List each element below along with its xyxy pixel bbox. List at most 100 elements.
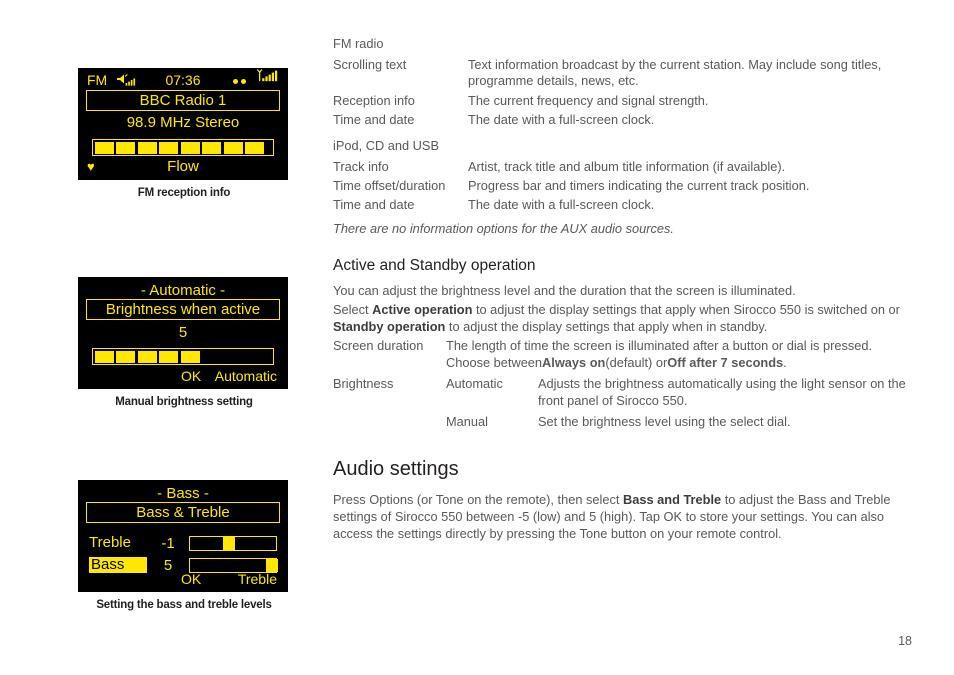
- screen-duration-choices: Choose between Always on (default) or Of…: [446, 354, 913, 371]
- audio-settings-paragraph: Press Options (or Tone on the remote), t…: [333, 491, 913, 542]
- treble-slider[interactable]: [189, 535, 277, 551]
- figure-caption: Manual brightness setting: [115, 396, 253, 408]
- screen-duration-row: Screen duration The length of time the s…: [333, 337, 913, 354]
- meter-block: [202, 141, 221, 154]
- definition-description: The date with a full-screen clock.: [468, 197, 655, 213]
- meter-block: [116, 141, 135, 154]
- meter-block: [137, 141, 157, 154]
- station-name-box: BBC Radio 1: [86, 90, 280, 111]
- brightness-automatic-description: Adjusts the brightness automatically usi…: [538, 375, 906, 408]
- softkey-automatic-label: Automatic: [214, 368, 277, 384]
- always-on-option: Always on: [542, 354, 606, 370]
- screen-duration-description: The length of time the screen is illumin…: [446, 337, 873, 353]
- meter-block: [94, 141, 114, 154]
- active-operation-term: Active operation: [372, 301, 473, 317]
- frequency-label: 98.9 MHz Stereo: [126, 114, 240, 131]
- setting-name-box: Brightness when active: [86, 299, 280, 320]
- brightness-value-label: 5: [178, 324, 188, 341]
- brightness-automatic-row: Brightness Automatic Adjusts the brightn…: [333, 375, 913, 409]
- fm-radio-definition-list: Scrolling text Text information broadcas…: [333, 57, 913, 129]
- active-standby-heading: Active and Standby operation: [333, 256, 536, 274]
- lcd-screen-fm: FM 07:36 BBC Radio 1 98.9 MHz Stereo ♥ F…: [78, 68, 288, 180]
- brightness-automatic-term: Automatic: [446, 375, 503, 391]
- station-name-label: BBC Radio 1: [139, 92, 227, 109]
- definition-row: Time and date The date with a full-scree…: [333, 112, 913, 128]
- meter-block: [159, 350, 178, 363]
- definition-term: Scrolling text: [333, 57, 407, 72]
- choice-text-c: (default) or: [605, 354, 668, 370]
- definition-term: Reception info: [333, 92, 415, 108]
- meter-block: [180, 350, 200, 363]
- meter-block: [137, 350, 157, 363]
- definition-term: Time and date: [333, 197, 415, 213]
- definition-term: Time offset/duration: [333, 177, 446, 193]
- brightness-manual-row: Manual Set the brightness level using th…: [333, 413, 913, 430]
- lcd-screen-brightness: - Automatic - Brightness when active 5 O…: [78, 277, 288, 389]
- softkey-bar: OK Automatic: [87, 367, 279, 385]
- clock-label: 07:36: [165, 72, 201, 88]
- brightness-level-meter: [92, 348, 274, 365]
- status-bar: FM 07:36: [79, 69, 287, 89]
- meter-block: [116, 350, 135, 363]
- softkey-ok-label: OK: [181, 571, 202, 587]
- lcd-screen-bass-treble: - Bass - Bass & Treble Treble -1 Bass 5: [78, 480, 288, 592]
- meter-block: [94, 350, 114, 363]
- softkey-treble-label: Treble: [237, 571, 277, 587]
- figure-caption: Setting the bass and treble levels: [96, 599, 272, 611]
- equaliser-row-treble: Treble -1: [89, 533, 277, 553]
- definition-description: The current frequency and signal strengt…: [468, 92, 709, 108]
- meter-block: [159, 141, 178, 154]
- definition-row: Scrolling text Text information broadcas…: [333, 57, 913, 90]
- menu-header-label: - Bass -: [157, 485, 209, 502]
- active-standby-paragraph-2: Select Active operation to adjust the di…: [333, 301, 913, 335]
- scrolling-text-label: Flow: [167, 158, 199, 175]
- definition-row: Reception info The current frequency and…: [333, 93, 913, 109]
- setting-name-label: Brightness when active: [105, 301, 261, 318]
- meter-block: [180, 141, 200, 154]
- standby-operation-term: Standby operation: [333, 318, 446, 334]
- fm-radio-heading: FM radio: [333, 36, 384, 51]
- choice-text-a: Choose between: [446, 354, 543, 370]
- definition-description: Text information broadcast by the curren…: [468, 57, 882, 89]
- treble-value: -1: [161, 534, 175, 552]
- brightness-term: Brightness: [333, 375, 394, 391]
- definition-row: Track info Artist, track title and album…: [333, 159, 913, 175]
- p2-text-e: to adjust the display settings that appl…: [445, 318, 768, 334]
- definition-description: Artist, track title and album title info…: [468, 158, 786, 174]
- bottom-bar: ♥ Flow: [87, 158, 279, 175]
- definition-term: Track info: [333, 158, 389, 174]
- definition-row: Time and date The date with a full-scree…: [333, 197, 913, 213]
- p2-text-c: to adjust the display settings that appl…: [472, 301, 900, 317]
- page-number: 18: [898, 634, 912, 648]
- setting-name-label: Bass & Treble: [136, 504, 230, 521]
- ipod-cd-usb-heading: iPod, CD and USB: [333, 137, 439, 153]
- audio-settings-heading: Audio settings: [333, 457, 459, 480]
- figure-manual-brightness: - Automatic - Brightness when active 5 O…: [78, 277, 290, 408]
- definition-description: Progress bar and timers indicating the c…: [468, 177, 810, 193]
- off-after-7-seconds-option: Off after 7 seconds: [667, 354, 784, 370]
- brightness-manual-description: Set the brightness level using the selec…: [538, 413, 791, 429]
- softkey-ok-label: OK: [181, 368, 202, 384]
- figure-fm-reception: FM 07:36 BBC Radio 1 98.9 MHz Stereo ♥ F…: [78, 68, 290, 199]
- aux-note: There are no information options for the…: [333, 220, 674, 236]
- definition-description: The date with a full-screen clock.: [468, 112, 655, 128]
- active-standby-paragraph-1: You can adjust the brightness level and …: [333, 282, 796, 298]
- signal-strength-meter: [92, 139, 274, 156]
- ipod-cd-usb-definition-list: Track info Artist, track title and album…: [333, 159, 913, 214]
- content-column: FM radio Scrolling text Text information…: [333, 36, 913, 544]
- meter-block: [245, 141, 264, 154]
- bass-and-treble-term: Bass and Treble: [622, 491, 722, 507]
- treble-slider-knob: [222, 536, 235, 550]
- figure-bass-treble: - Bass - Bass & Treble Treble -1 Bass 5: [78, 480, 290, 611]
- menu-header-label: - Automatic -: [140, 282, 226, 299]
- definition-row: Time offset/duration Progress bar and ti…: [333, 178, 913, 194]
- definition-term: Time and date: [333, 112, 415, 128]
- p2-text-a: Select: [333, 301, 373, 317]
- figure-column: FM 07:36 BBC Radio 1 98.9 MHz Stereo ♥ F…: [78, 68, 290, 611]
- softkey-bar: OK Treble: [87, 570, 279, 588]
- choice-text-e: .: [783, 354, 787, 370]
- setting-name-box: Bass & Treble: [86, 502, 280, 523]
- figure-caption: FM reception info: [137, 187, 231, 199]
- treble-label: Treble: [89, 534, 131, 552]
